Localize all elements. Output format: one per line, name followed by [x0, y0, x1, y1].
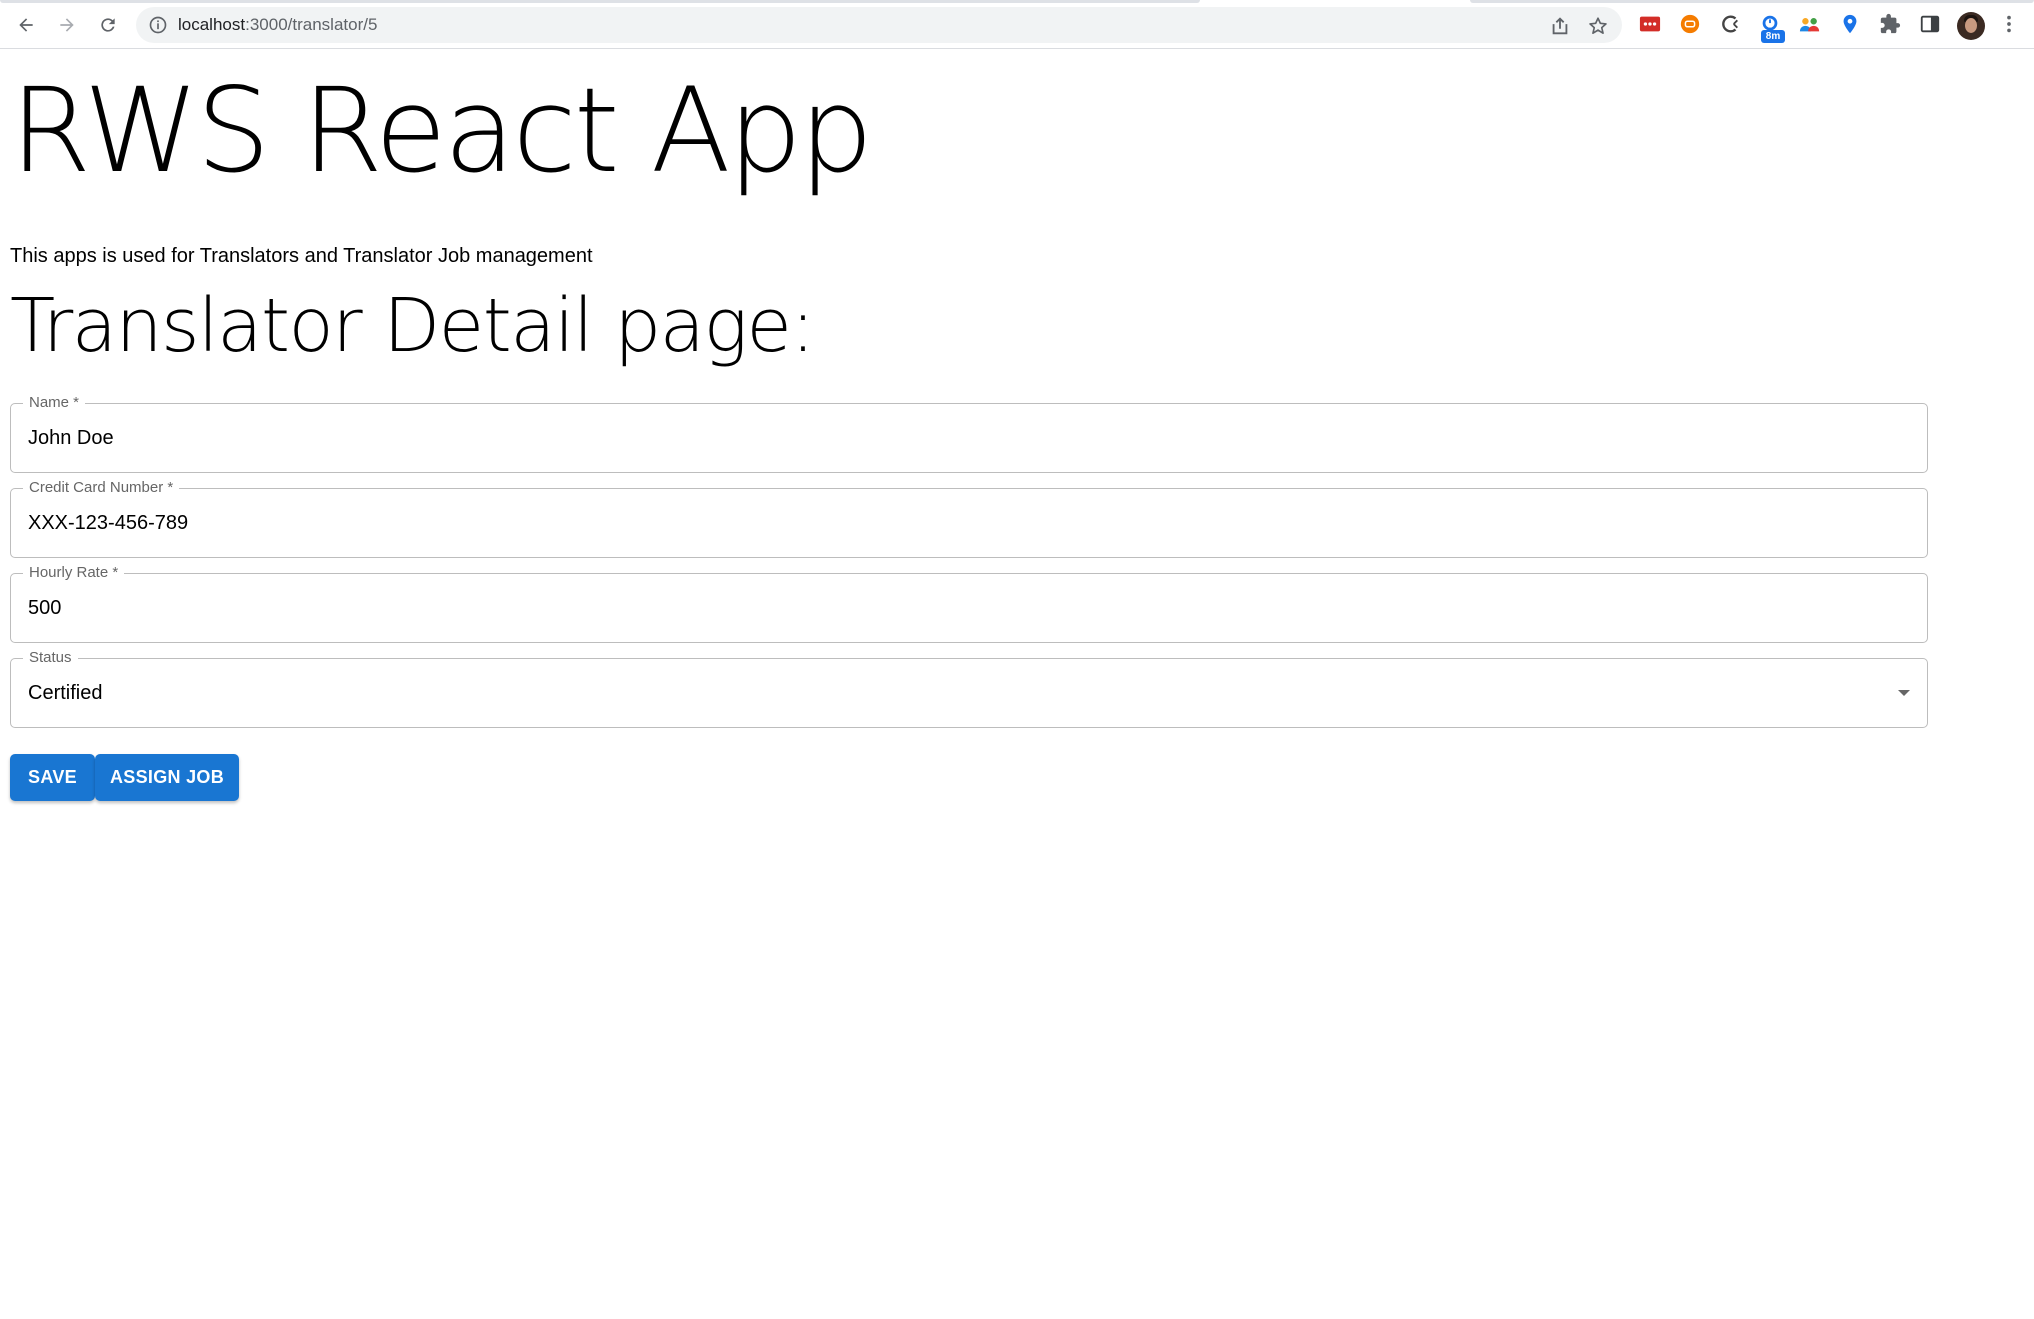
- team-extension-icon[interactable]: [1798, 12, 1822, 36]
- orange-extension-icon[interactable]: [1678, 12, 1702, 36]
- app-description: This apps is used for Translators and Tr…: [10, 245, 593, 267]
- location-pin-extension-icon[interactable]: [1838, 12, 1862, 36]
- profile-avatar[interactable]: [1957, 12, 1985, 40]
- url-text[interactable]: localhost:3000/translator/5: [178, 7, 377, 43]
- status-select[interactable]: Status Certified: [10, 649, 1928, 728]
- browser-toolbar: localhost:3000/translator/5 8m: [0, 0, 2034, 49]
- credit-card-field[interactable]: Credit Card Number * XXX-123-456-789: [10, 479, 1928, 558]
- page-heading: Translator Detail page:: [10, 283, 815, 369]
- hourly-rate-field[interactable]: Hourly Rate * 500: [10, 564, 1928, 643]
- tab-strip-edge: [0, 0, 2034, 3]
- assign-job-button[interactable]: ASSIGN JOB: [95, 754, 239, 801]
- bookmark-star-icon[interactable]: [1587, 15, 1609, 37]
- url-path: :3000/translator/5: [245, 15, 378, 34]
- name-input[interactable]: John Doe: [28, 404, 114, 472]
- reload-icon[interactable]: [92, 9, 124, 41]
- extensions-puzzle-icon[interactable]: [1878, 12, 1902, 36]
- hourly-rate-input[interactable]: 500: [28, 574, 61, 642]
- app-title: RWS React App: [10, 62, 873, 199]
- name-field[interactable]: Name * John Doe: [10, 394, 1928, 473]
- url-host: localhost: [178, 15, 246, 34]
- dropdown-arrow-icon[interactable]: [1897, 686, 1911, 700]
- site-info-icon[interactable]: [148, 15, 168, 35]
- timer-badge: 8m: [1761, 30, 1785, 43]
- forward-icon[interactable]: [51, 9, 83, 41]
- save-button[interactable]: SAVE: [10, 754, 95, 801]
- lastpass-extension-icon[interactable]: [1638, 12, 1662, 36]
- share-icon[interactable]: [1549, 15, 1571, 37]
- credit-card-input[interactable]: XXX-123-456-789: [28, 489, 188, 557]
- address-bar[interactable]: localhost:3000/translator/5: [136, 7, 1622, 43]
- side-panel-icon[interactable]: [1918, 12, 1942, 36]
- grammar-extension-icon[interactable]: [1718, 12, 1742, 36]
- back-icon[interactable]: [10, 9, 42, 41]
- browser-menu-icon[interactable]: [1997, 12, 2021, 36]
- status-selected-value[interactable]: Certified: [28, 659, 102, 727]
